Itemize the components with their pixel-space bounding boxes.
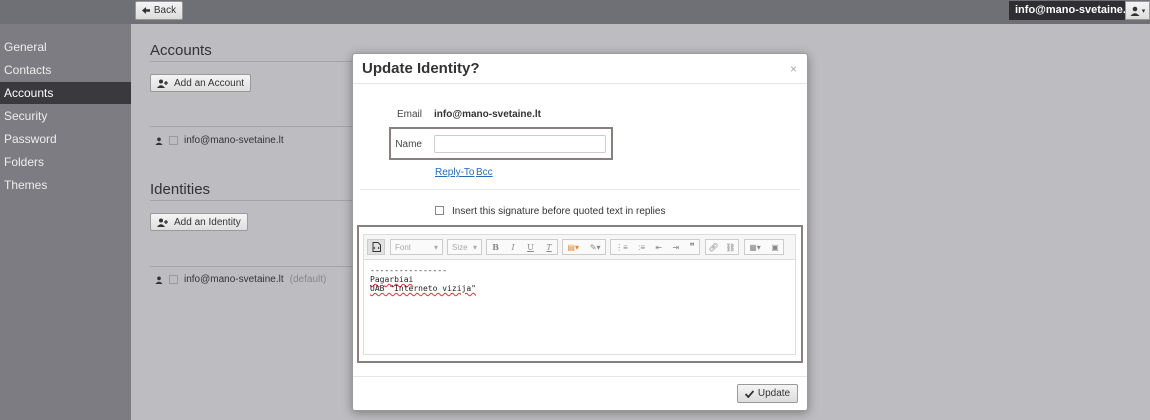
email-value: info@mano-svetaine.lt <box>434 109 541 120</box>
sidebar-item-folders[interactable]: Folders <box>0 151 131 173</box>
numbered-list-icon[interactable]: ⋮≡ <box>615 243 628 252</box>
sidebar-item-password[interactable]: Password <box>0 128 131 150</box>
accounts-divider <box>150 61 360 62</box>
add-account-label: Add an Account <box>174 77 245 89</box>
caret-down-icon: ▾ <box>1141 7 1146 15</box>
identities-list-divider <box>150 266 360 267</box>
list-item[interactable]: info@mano-svetaine.lt <box>155 135 284 146</box>
close-icon[interactable]: × <box>790 62 797 76</box>
signature-line: ---------------- <box>370 266 448 275</box>
signature-editor[interactable]: ---------------- Pagarbiai UAB "Internet… <box>363 260 796 355</box>
identity-email: info@mano-svetaine.lt <box>184 274 284 285</box>
font-select-label: Font <box>395 242 412 252</box>
user-plus-icon <box>157 79 169 88</box>
caret-down-icon: ▾ <box>433 242 438 252</box>
signature-position-checkbox[interactable] <box>435 206 444 215</box>
dialog-section-divider <box>360 189 800 190</box>
list-item[interactable]: info@mano-svetaine.lt (default) <box>155 274 326 285</box>
drag-handle[interactable] <box>169 136 178 145</box>
user-menu-button[interactable]: ▾ <box>1125 1 1150 20</box>
add-identity-label: Add an Identity <box>174 216 241 228</box>
link-group: 🔗︎ ⛓︎ <box>705 239 739 255</box>
indent-icon[interactable]: ⇥ <box>672 243 679 252</box>
image-icon[interactable]: ▣ <box>771 243 779 252</box>
top-bar: Back info@mano-svetaine.lt ▾ <box>0 0 1150 24</box>
user-plus-icon <box>157 218 169 227</box>
check-icon <box>744 389 754 398</box>
default-badge: (default) <box>289 274 327 285</box>
table-icon[interactable]: ▦▾ <box>749 243 761 252</box>
account-email-badge: info@mano-svetaine.lt <box>1009 1 1139 20</box>
add-account-button[interactable]: Add an Account <box>150 74 252 92</box>
size-select[interactable]: Size ▾ <box>447 239 482 255</box>
bg-color-icon[interactable]: ✎▾ <box>590 243 601 252</box>
update-label: Update <box>757 388 791 399</box>
color-group: ▤▾ ✎▾ <box>562 239 606 255</box>
accounts-title: Accounts <box>150 42 212 59</box>
add-identity-button[interactable]: Add an Identity <box>150 213 248 231</box>
size-select-label: Size <box>452 242 468 252</box>
back-button[interactable]: Back <box>135 1 183 20</box>
sidebar-item-general[interactable]: General <box>0 36 131 58</box>
bullet-list-icon[interactable]: :≡ <box>638 243 645 252</box>
update-button[interactable]: Update <box>737 384 798 403</box>
account-email: info@mano-svetaine.lt <box>184 135 284 146</box>
update-identity-dialog: Update Identity? × Email info@mano-sveta… <box>352 53 808 411</box>
blockquote-icon[interactable]: ❞ <box>689 242 694 253</box>
back-label: Back <box>153 5 177 16</box>
identities-title: Identities <box>150 181 211 198</box>
unlink-icon[interactable]: ⛓︎ <box>725 243 735 252</box>
list-group: ⋮≡ :≡ ⇤ ⇥ ❞ <box>610 239 700 255</box>
dialog-title: Update Identity? <box>362 60 480 77</box>
insert-group: ▦▾ ▣ <box>744 239 784 255</box>
name-field[interactable] <box>434 135 606 153</box>
user-icon <box>155 276 163 284</box>
signature-line: Pagarbiai <box>370 275 414 284</box>
user-icon <box>1130 6 1140 16</box>
bcc-link[interactable]: Bcc <box>476 167 493 178</box>
sidebar-item-accounts[interactable]: Accounts <box>0 82 131 104</box>
italic-icon[interactable]: I <box>511 243 514 252</box>
format-group: B I U T <box>486 239 558 255</box>
sidebar-item-contacts[interactable]: Contacts <box>0 59 131 81</box>
arrow-left-icon <box>141 7 150 14</box>
signature-line: UAB "Interneto vizija" <box>370 284 476 293</box>
font-select[interactable]: Font ▾ <box>390 239 443 255</box>
outdent-icon[interactable]: ⇤ <box>655 243 662 252</box>
reply-to-link[interactable]: Reply-To <box>435 167 474 178</box>
source-button[interactable] <box>367 239 385 255</box>
dialog-header-divider <box>353 83 807 84</box>
underline-icon[interactable]: U <box>527 243 534 252</box>
signature-position-label: Insert this signature before quoted text… <box>452 206 666 217</box>
clear-format-icon[interactable]: T <box>546 243 551 252</box>
bold-icon[interactable]: B <box>492 242 499 252</box>
name-label: Name <box>395 139 422 150</box>
sidebar-item-themes[interactable]: Themes <box>0 174 131 196</box>
link-icon[interactable]: 🔗︎ <box>708 243 718 252</box>
dialog-footer-divider <box>353 376 807 377</box>
identities-divider <box>150 200 360 201</box>
source-icon <box>372 242 381 252</box>
email-label: Email <box>396 109 422 120</box>
caret-down-icon: ▾ <box>472 242 477 252</box>
editor-toolbar: Font ▾ Size ▾ B I U T ▤▾ ✎▾ ⋮≡ :≡ ⇤ ⇥ ❞ … <box>363 234 796 260</box>
accounts-list-divider <box>150 126 360 127</box>
text-color-icon[interactable]: ▤▾ <box>567 243 579 252</box>
settings-sidebar: General Contacts Accounts Security Passw… <box>0 24 131 420</box>
user-icon <box>155 137 163 145</box>
drag-handle[interactable] <box>169 275 178 284</box>
sidebar-item-security[interactable]: Security <box>0 105 131 127</box>
